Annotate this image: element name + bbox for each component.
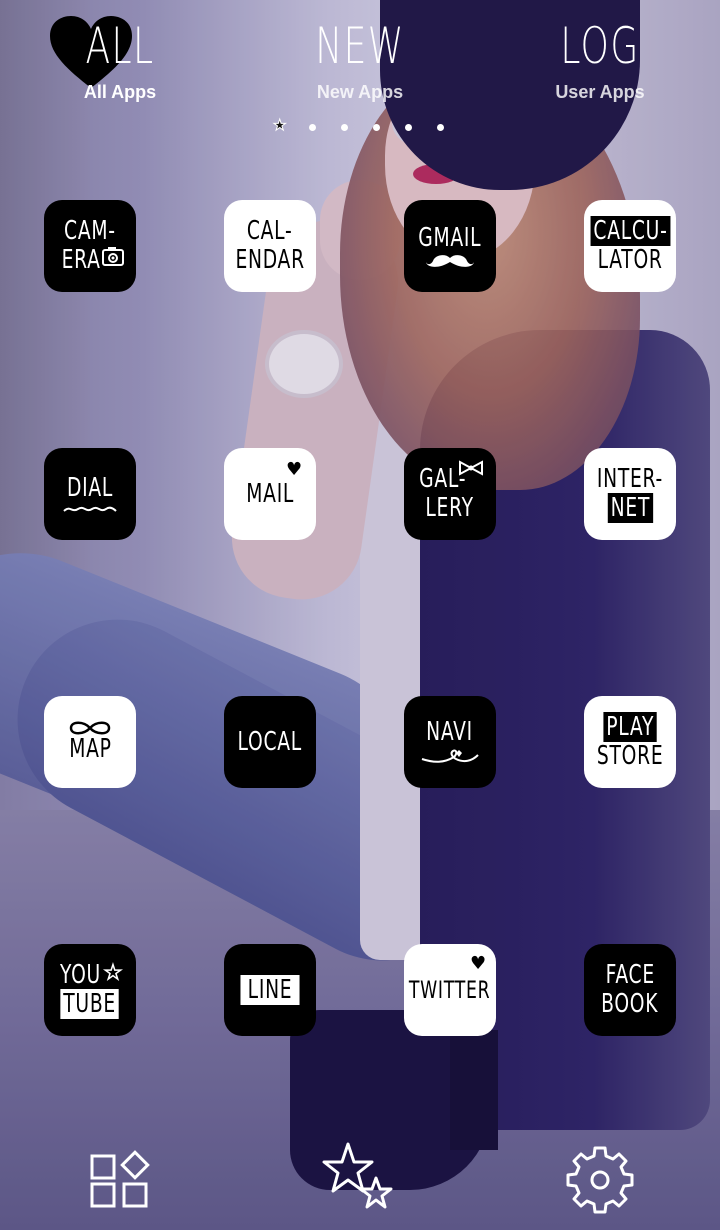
heart-swirl-icon — [421, 749, 479, 763]
app-navi[interactable]: NAVI — [404, 696, 496, 788]
heart-icon: ♥ — [470, 953, 487, 974]
app-label: MAIL — [246, 478, 294, 509]
settings-button[interactable] — [560, 1140, 640, 1220]
app-label: ENDAR — [235, 245, 305, 275]
app-label: YOU — [59, 960, 101, 990]
page-dot — [373, 124, 380, 131]
app-map[interactable]: MAP — [44, 696, 136, 788]
app-local[interactable]: LOCAL — [224, 696, 316, 788]
app-label: NAVI — [426, 716, 474, 747]
app-label: FACE — [605, 960, 655, 990]
app-label: GMAIL — [418, 222, 482, 253]
tab-new-apps[interactable]: NEW New Apps — [270, 0, 450, 103]
wallpaper — [0, 0, 720, 1230]
page-dot — [309, 124, 316, 131]
mustache-icon — [426, 254, 474, 267]
tab-all-title: ALL — [85, 17, 155, 75]
app-camera[interactable]: CAM- ERA — [44, 200, 136, 292]
app-label: CALCU- — [590, 216, 670, 246]
page-dot — [341, 124, 348, 131]
app-line[interactable]: LINE — [224, 944, 316, 1036]
tab-log-title: LOG — [560, 17, 640, 75]
camera-icon — [102, 247, 124, 266]
app-label: ERA — [61, 245, 101, 275]
app-label: BOOK — [601, 989, 659, 1019]
page-dot — [437, 124, 444, 131]
squiggle-icon — [63, 506, 117, 512]
app-label: MAP — [68, 733, 112, 764]
app-internet[interactable]: INTER- NET — [584, 448, 676, 540]
app-play-store[interactable]: PLAY STORE — [584, 696, 676, 788]
infinity-icon — [69, 721, 111, 734]
app-label: LATOR — [597, 245, 663, 275]
star-icon: ★ — [103, 960, 122, 984]
app-label: NET — [607, 493, 653, 523]
app-gallery[interactable]: GAL- LERY — [404, 448, 496, 540]
gear-icon — [566, 1146, 634, 1214]
app-twitter[interactable]: TWITTER ♥ — [404, 944, 496, 1036]
app-label: TWITTER — [409, 975, 491, 1004]
widgets-button[interactable] — [80, 1140, 160, 1220]
app-label: LINE — [240, 974, 300, 1005]
tab-all-apps[interactable]: ALL All Apps — [30, 0, 210, 103]
tab-new-title: NEW — [315, 17, 405, 75]
app-youtube[interactable]: YOU TUBE ★ — [44, 944, 136, 1036]
app-calculator[interactable]: CALCU- LATOR — [584, 200, 676, 292]
app-facebook[interactable]: FACE BOOK — [584, 944, 676, 1036]
app-gmail[interactable]: GMAIL — [404, 200, 496, 292]
app-label: STORE — [596, 741, 664, 771]
app-calendar[interactable]: CAL- ENDAR — [224, 200, 316, 292]
current-page-star-icon: ★ — [272, 117, 287, 134]
app-label: CAM- — [64, 216, 116, 246]
app-mail[interactable]: MAIL ♥ — [224, 448, 316, 540]
favorites-button[interactable] — [320, 1138, 400, 1218]
bow-icon — [459, 460, 483, 476]
tab-user-apps[interactable]: LOG User Apps — [510, 0, 690, 103]
app-label: LOCAL — [237, 726, 303, 757]
widgets-icon — [90, 1150, 150, 1208]
app-label: PLAY — [603, 712, 657, 742]
page-indicator: ★ — [270, 117, 450, 136]
app-label: DIAL — [66, 472, 114, 503]
app-label: CAL- — [247, 216, 293, 246]
app-label: TUBE — [60, 989, 120, 1019]
app-dial[interactable]: DIAL — [44, 448, 136, 540]
page-dot — [405, 124, 412, 131]
stars-icon — [322, 1142, 393, 1209]
app-label: INTER- — [596, 464, 664, 494]
app-label: LERY — [425, 493, 475, 523]
heart-icon: ♥ — [286, 459, 303, 480]
